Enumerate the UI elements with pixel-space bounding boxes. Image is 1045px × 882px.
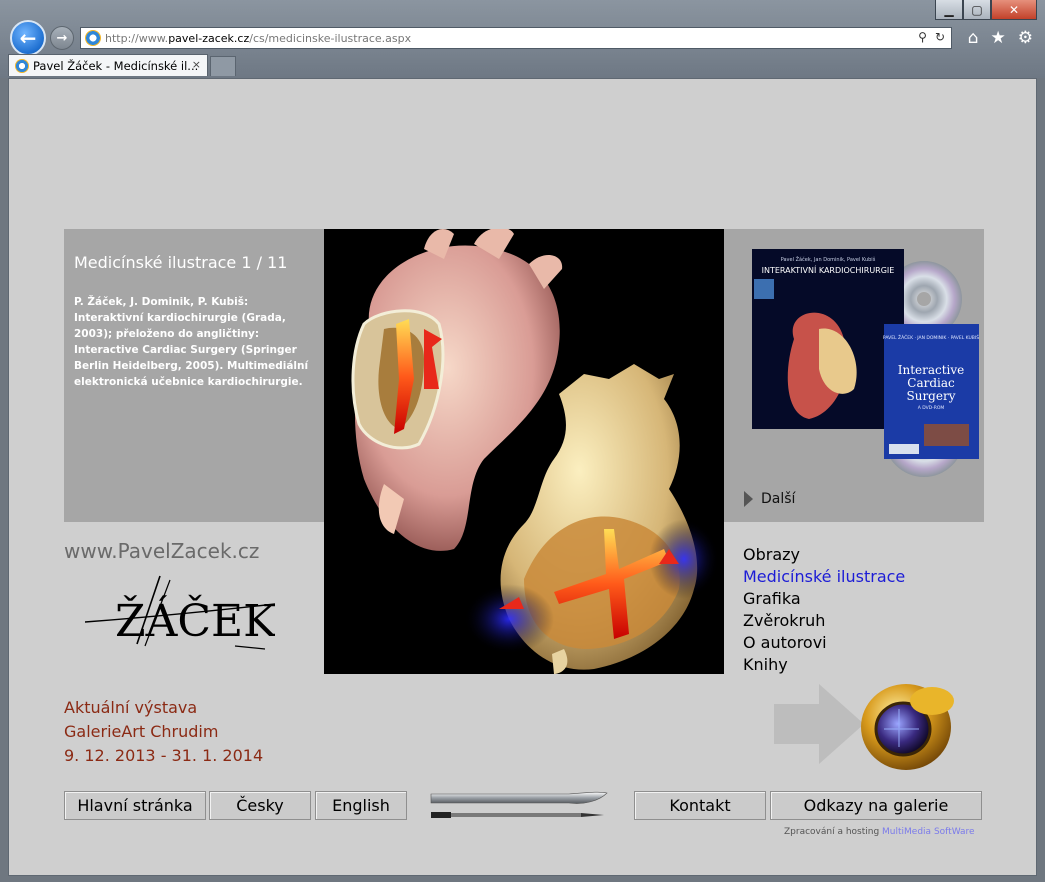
play-arrow-icon	[744, 491, 753, 507]
gallery-description: P. Žáček, J. Dominik, P. Kubiš: Interakt…	[74, 296, 309, 388]
credit-company-link[interactable]: MultiMedia SoftWare	[882, 827, 975, 837]
arrow-medallion-icon	[774, 684, 954, 770]
close-icon[interactable]: ×	[192, 58, 201, 71]
menu-item-zverokruh[interactable]: Zvěrokruh	[743, 610, 905, 632]
home-icon[interactable]: ⌂	[968, 28, 979, 48]
cz-book-authors: Pavel Žáček, Jan Dominik, Pavel Kubiš	[781, 255, 876, 263]
browser-chrome: ▁ ▢ ✕ ← → http://www.pavel-zacek.cz/cs/m…	[0, 0, 1045, 78]
page-viewport: Medicínské ilustrace 1 / 11 P. Žáček, J.…	[8, 78, 1037, 876]
search-icon[interactable]: ⚲	[918, 30, 927, 44]
book-panel[interactable]: Pavel Žáček, Jan Dominik, Pavel Kubiš IN…	[724, 229, 984, 522]
back-button[interactable]: ←	[10, 20, 46, 56]
current-exhibition[interactable]: Aktuální výstava GalerieArt Chrudim 9. 1…	[64, 696, 263, 768]
menu-item-knihy[interactable]: Knihy	[743, 654, 905, 676]
czech-language-button[interactable]: Česky	[209, 791, 311, 820]
en-book-title-3: Surgery	[907, 389, 956, 403]
browser-tab[interactable]: Pavel Žáček - Medicínské il... ×	[8, 54, 208, 76]
menu-item-medicinske-ilustrace[interactable]: Medicínské ilustrace	[743, 566, 905, 588]
main-menu: Obrazy Medicínské ilustrace Grafika Zvěr…	[743, 544, 905, 676]
site-url: www.PavelZacek.cz	[64, 539, 260, 563]
gallery-entry-link[interactable]	[774, 679, 964, 778]
url-text[interactable]: http://www.pavel-zacek.cz/cs/medicinske-…	[105, 32, 411, 45]
en-book-subtitle: A DVD-ROM	[918, 405, 945, 411]
info-panel: Medicínské ilustrace 1 / 11 P. Žáček, J.…	[64, 229, 324, 522]
address-bar[interactable]: http://www.pavel-zacek.cz/cs/medicinske-…	[80, 27, 952, 49]
window-controls: ▁ ▢ ✕	[935, 0, 1037, 20]
minimize-button[interactable]: ▁	[935, 0, 963, 20]
close-button[interactable]: ✕	[991, 0, 1037, 20]
address-tools: ⚲ ↻	[918, 30, 945, 44]
exhibition-heading: Aktuální výstava	[64, 698, 198, 717]
next-label: Další	[761, 491, 796, 507]
heart-illustration	[324, 229, 724, 674]
browser-toolbar: ⌂ ★ ⚙	[968, 28, 1033, 48]
english-language-button[interactable]: English	[315, 791, 407, 820]
exhibition-venue: GalerieArt Chrudim	[64, 722, 219, 741]
gallery-links-button[interactable]: Odkazy na galerie	[770, 791, 982, 820]
artist-logo[interactable]: ŽÁČEK	[84, 574, 277, 658]
gallery-title: Medicínské ilustrace 1 / 11	[74, 253, 288, 272]
forward-button[interactable]: →	[50, 26, 74, 50]
main-illustration[interactable]	[324, 229, 724, 674]
refresh-icon[interactable]: ↻	[935, 30, 945, 44]
ie-icon	[85, 30, 101, 46]
gear-icon[interactable]: ⚙	[1018, 28, 1033, 48]
next-link[interactable]: Další	[744, 491, 795, 507]
exhibition-dates: 9. 12. 2013 - 31. 1. 2014	[64, 746, 264, 765]
en-book-title-2: Cardiac	[907, 376, 955, 390]
en-book-title-1: Interactive	[898, 363, 965, 377]
menu-item-grafika[interactable]: Grafika	[743, 588, 905, 610]
scalpel-icon	[430, 791, 608, 818]
contact-button[interactable]: Kontakt	[634, 791, 766, 820]
maximize-button[interactable]: ▢	[963, 0, 991, 20]
tab-ie-icon	[15, 58, 29, 73]
signature-logo-image: ŽÁČEK	[84, 575, 277, 650]
menu-item-obrazy[interactable]: Obrazy	[743, 544, 905, 566]
scalpel-brush-decoration	[429, 789, 609, 827]
book-covers-image: Pavel Žáček, Jan Dominik, Pavel Kubiš IN…	[752, 249, 979, 477]
credit-text: Zpracování a hosting	[784, 827, 883, 837]
favorites-icon[interactable]: ★	[991, 28, 1006, 48]
new-tab-button[interactable]	[210, 56, 236, 76]
tab-title: Pavel Žáček - Medicínské il...	[33, 58, 199, 73]
home-page-button[interactable]: Hlavní stránka	[64, 791, 206, 820]
cz-book-title: INTERAKTIVNÍ KARDIOCHIRURGIE	[762, 264, 895, 275]
hosting-credit: Zpracování a hosting MultiMedia SoftWare	[784, 827, 975, 837]
menu-item-o-autorovi[interactable]: O autorovi	[743, 632, 905, 654]
